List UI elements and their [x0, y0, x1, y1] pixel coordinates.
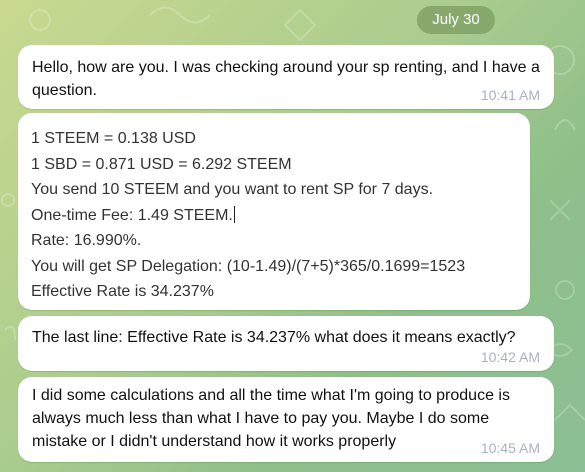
- screenshot-message[interactable]: 1 STEEM = 0.138 USD 1 SBD = 0.871 USD = …: [18, 113, 530, 310]
- screenshot-line: You will get SP Delegation: (10-1.49)/(7…: [31, 257, 466, 275]
- screenshot-line: You send 10 STEEM and you want to rent S…: [31, 181, 434, 198]
- message-bubble[interactable]: The last line: Effective Rate is 34.237%…: [18, 316, 554, 371]
- message-time: 10:42 AM: [480, 349, 540, 365]
- screenshot-line-text: One-time Fee: 1.49 STEEM.: [31, 206, 233, 224]
- message-text: I did some calculations and all the time…: [32, 387, 510, 450]
- screenshot-line-with-cursor: One-time Fee: 1.49 STEEM.: [18, 203, 530, 229]
- message-text: The last line: Effective Rate is 34.237%…: [32, 329, 516, 346]
- message-text: Hello, how are you. I was checking aroun…: [32, 59, 540, 99]
- text-cursor: [233, 205, 235, 223]
- screenshot-line: 1 SBD = 0.871 USD = 6.292 STEEM: [31, 155, 292, 173]
- message-time: 10:45 AM: [480, 440, 540, 456]
- message-bubble[interactable]: I did some calculations and all the time…: [18, 377, 554, 462]
- message-time: 10:41 AM: [480, 87, 540, 103]
- screenshot-line: Effective Rate is 34.237%: [31, 283, 214, 300]
- message-bubble[interactable]: Hello, how are you. I was checking aroun…: [18, 45, 554, 109]
- screenshot-line: Rate: 16.990%.: [31, 232, 142, 249]
- date-separator: July 30: [417, 6, 495, 34]
- screenshot-line: 1 STEEM = 0.138 USD: [31, 130, 196, 147]
- screenshot-image[interactable]: 1 STEEM = 0.138 USD 1 SBD = 0.871 USD = …: [18, 126, 530, 305]
